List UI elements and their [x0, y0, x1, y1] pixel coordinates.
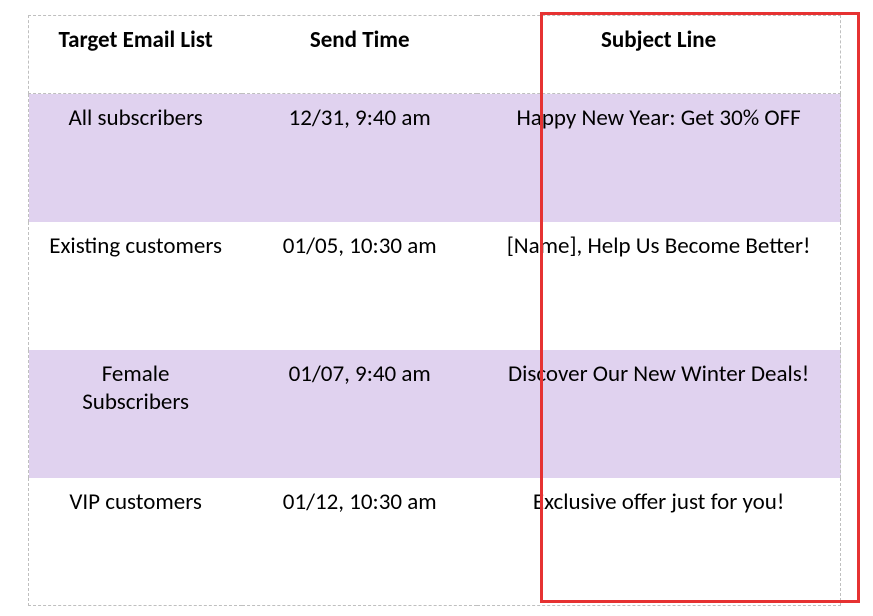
table-header-row: Target Email List Send Time Subject Line	[29, 16, 841, 94]
cell-subject: Exclusive offer just for you!	[477, 478, 840, 606]
cell-send-time: 01/07, 9:40 am	[242, 350, 477, 478]
table-row: Existing customers 01/05, 10:30 am [Name…	[29, 222, 841, 350]
header-target-list: Target Email List	[29, 16, 243, 94]
cell-target: VIP customers	[29, 478, 243, 606]
cell-send-time: 12/31, 9:40 am	[242, 94, 477, 222]
cell-target: Female Subscribers	[29, 350, 243, 478]
email-schedule-table-container: Target Email List Send Time Subject Line…	[28, 15, 841, 606]
email-schedule-table: Target Email List Send Time Subject Line…	[28, 15, 841, 606]
table-row: All subscribers 12/31, 9:40 am Happy New…	[29, 94, 841, 222]
cell-subject: [Name], Help Us Become Better!	[477, 222, 840, 350]
cell-target: Existing customers	[29, 222, 243, 350]
table-row: Female Subscribers 01/07, 9:40 am Discov…	[29, 350, 841, 478]
table-body: All subscribers 12/31, 9:40 am Happy New…	[29, 94, 841, 606]
table-row: VIP customers 01/12, 10:30 am Exclusive …	[29, 478, 841, 606]
cell-target: All subscribers	[29, 94, 243, 222]
cell-send-time: 01/12, 10:30 am	[242, 478, 477, 606]
cell-subject: Discover Our New Winter Deals!	[477, 350, 840, 478]
cell-send-time: 01/05, 10:30 am	[242, 222, 477, 350]
header-subject-line: Subject Line	[477, 16, 840, 94]
header-send-time: Send Time	[242, 16, 477, 94]
cell-subject: Happy New Year: Get 30% OFF	[477, 94, 840, 222]
